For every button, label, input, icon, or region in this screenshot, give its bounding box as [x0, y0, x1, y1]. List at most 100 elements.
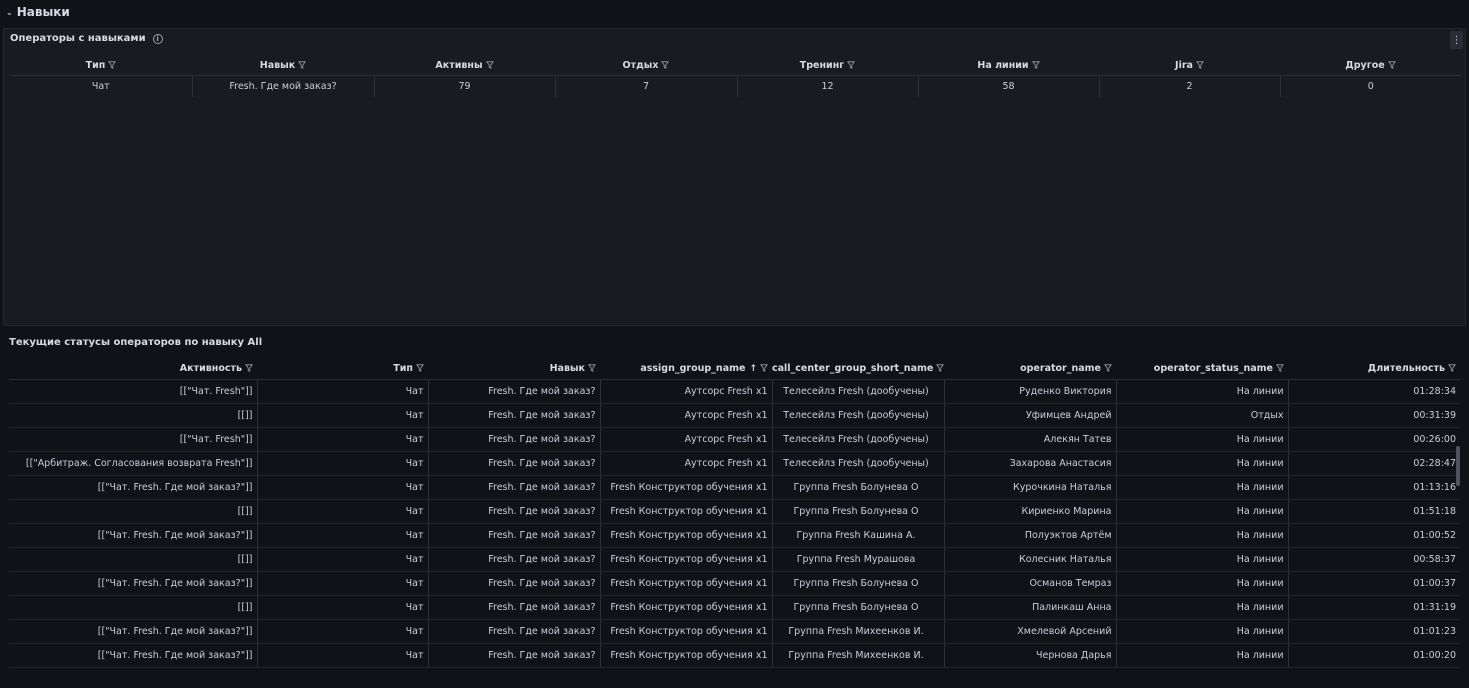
column-header[interactable]: assign_group_name ↑: [600, 359, 772, 380]
table-cell: На линии: [1116, 523, 1289, 548]
table-cell: Fresh. Где мой заказ?: [428, 403, 601, 428]
column-header-label: call_center_group_short_name: [772, 363, 934, 375]
filter-icon[interactable]: [1104, 364, 1112, 373]
column-header[interactable]: Тренинг: [737, 56, 918, 76]
table-cell: Палинкаш Анна: [944, 595, 1117, 620]
table-cell: Уфимцев Андрей: [944, 403, 1117, 428]
table-cell: Телесейлз Fresh (дообучены): [772, 403, 945, 428]
filter-icon[interactable]: [485, 61, 494, 69]
column-header-label: Тип: [85, 59, 106, 71]
table-cell: Fresh. Где мой заказ?: [428, 379, 601, 404]
filter-icon[interactable]: [416, 364, 424, 373]
column-header[interactable]: call_center_group_short_name: [772, 359, 945, 380]
filter-icon[interactable]: [588, 364, 596, 373]
column-header[interactable]: Тип: [10, 56, 192, 76]
table-cell: Fresh. Где мой заказ?: [428, 451, 601, 476]
table-cell: Аутсорс Fresh x1: [600, 379, 773, 404]
panel-menu-button[interactable]: ⋮: [1450, 31, 1463, 49]
column-header-label: operator_name: [1020, 363, 1101, 375]
table-cell: Fresh Конструктор обучения x1: [600, 499, 773, 524]
table-cell: Fresh Конструктор обучения x1: [600, 595, 773, 620]
table-cell: На линии: [1116, 475, 1289, 500]
table-cell: Fresh. Где мой заказ?: [192, 75, 375, 97]
table-cell: Группа Fresh Болунева О: [772, 571, 945, 596]
table-row: [["Чат. Fresh"]] Чат Fresh. Где мой заказ?…: [9, 427, 1460, 452]
table-cell: [["Чат. Fresh. Где мой заказ?"]]: [9, 619, 258, 644]
table-cell: Fresh. Где мой заказ?: [428, 595, 601, 620]
column-header[interactable]: operator_name: [944, 359, 1116, 380]
table-cell: Группа Fresh Болунева О: [772, 499, 945, 524]
table-cell: Отдых: [1116, 403, 1289, 428]
column-header[interactable]: Навык: [428, 359, 600, 380]
column-header[interactable]: Навык: [192, 56, 374, 76]
filter-icon[interactable]: [298, 61, 307, 69]
filter-icon[interactable]: [1387, 61, 1396, 69]
table-cell: Fresh. Где мой заказ?: [428, 499, 601, 524]
column-header[interactable]: Другое: [1280, 56, 1461, 76]
row-collapse-header[interactable]: ⌄ Навыки: [6, 3, 70, 21]
filter-icon[interactable]: [760, 364, 768, 373]
table-cell: Полуэктов Артём: [944, 523, 1117, 548]
column-header[interactable]: На линии: [918, 56, 1099, 76]
table-cell: 01:13:16: [1288, 475, 1460, 500]
filter-icon[interactable]: [661, 61, 670, 69]
filter-icon[interactable]: [1031, 61, 1040, 69]
table-cell: 01:00:20: [1288, 643, 1460, 668]
table-row: [["Арбитраж. Согласования возврата Fresh…: [9, 451, 1460, 476]
table-cell: 7: [555, 75, 738, 97]
column-header[interactable]: Отдых: [555, 56, 737, 76]
table-cell: [["Чат. Fresh. Где мой заказ?"]]: [9, 523, 258, 548]
filter-icon[interactable]: [936, 364, 945, 373]
table-row: [["Чат. Fresh. Где мой заказ?"]] Чат Fresh…: [9, 475, 1460, 500]
table-cell: Группа Fresh Болунева О: [772, 595, 945, 620]
table-cell: 58: [918, 75, 1100, 97]
column-header[interactable]: Тип: [257, 359, 428, 380]
chevron-down-icon: ⌄: [6, 7, 13, 17]
filter-icon[interactable]: [1195, 61, 1204, 69]
table-cell: [[]]: [9, 499, 258, 524]
table-cell: 01:01:23: [1288, 619, 1460, 644]
table-cell: Группа Fresh Мурашова: [772, 547, 945, 572]
table-cell: [["Чат. Fresh. Где мой заказ?"]]: [9, 571, 258, 596]
table-cell: Османов Темраз: [944, 571, 1117, 596]
table-cell: Чат: [257, 379, 429, 404]
table-cell: Курочкина Наталья: [944, 475, 1117, 500]
table-cell: Fresh Конструктор обучения x1: [600, 547, 773, 572]
sort-ascending-icon[interactable]: ↑: [749, 364, 757, 374]
filter-icon[interactable]: [1448, 364, 1456, 373]
table-cell: Телесейлз Fresh (дообучены): [772, 451, 945, 476]
filter-icon[interactable]: [108, 61, 117, 69]
column-header[interactable]: operator_status_name: [1116, 359, 1288, 380]
column-header-label: Jira: [1175, 59, 1193, 71]
filter-icon[interactable]: [1276, 364, 1284, 373]
table-row: Чат Fresh. Где мой заказ? 79 7 12 58 2 0: [10, 75, 1461, 97]
table-row: [[]] Чат Fresh. Где мой заказ? Fresh Констр…: [9, 547, 1460, 572]
column-header-label: Тип: [393, 363, 413, 375]
table-cell: [["Чат. Fresh. Где мой заказ?"]]: [9, 475, 258, 500]
table-cell: Чернова Дарья: [944, 643, 1117, 668]
skills-table: Тип Навык Активны Отдых Тренинг На линии Jira Д…: [10, 56, 1461, 97]
panel-title: Операторы с навыками: [10, 33, 146, 44]
table-cell: Чат: [257, 547, 429, 572]
column-header[interactable]: Активны: [374, 56, 555, 76]
table-cell: На линии: [1116, 571, 1289, 596]
filter-icon[interactable]: [245, 364, 253, 373]
column-header[interactable]: Jira: [1099, 56, 1280, 76]
table-cell: [[]]: [9, 595, 258, 620]
table-cell: [["Чат. Fresh"]]: [9, 427, 258, 452]
table-cell: Fresh. Где мой заказ?: [428, 547, 601, 572]
table-cell: Чат: [257, 595, 429, 620]
column-header[interactable]: Активность: [9, 359, 257, 380]
column-header-label: Активность: [179, 363, 242, 375]
table-cell: [[]]: [9, 547, 258, 572]
table-cell: 00:31:39: [1288, 403, 1460, 428]
table-cell: Группа Fresh Кашина А.: [772, 523, 945, 548]
filter-icon[interactable]: [847, 61, 856, 69]
table-scrollbar[interactable]: [1456, 446, 1460, 486]
column-header[interactable]: Длительность: [1288, 359, 1460, 380]
table-cell: Fresh. Где мой заказ?: [428, 523, 601, 548]
table-cell: Чат: [257, 451, 429, 476]
column-header-label: Активны: [435, 59, 483, 71]
table-row: [[]] Чат Fresh. Где мой заказ? Fresh Констр…: [9, 595, 1460, 620]
info-icon[interactable]: i: [152, 33, 163, 44]
